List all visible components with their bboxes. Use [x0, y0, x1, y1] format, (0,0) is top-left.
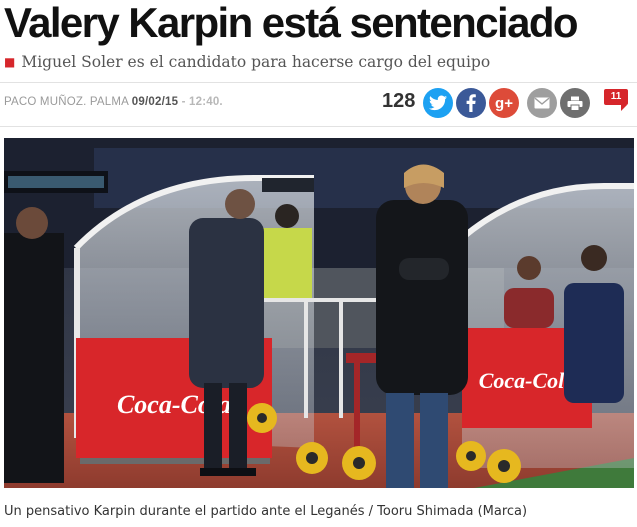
subtitle-text: Miguel Soler es el candidato para hacers… [21, 53, 491, 71]
print-button[interactable] [560, 88, 590, 118]
twitter-share-button[interactable] [423, 88, 453, 118]
facebook-share-button[interactable] [456, 88, 486, 118]
sponsor-sign: Coca-Cola [479, 368, 576, 393]
photo-caption: Un pensativo Karpin durante el partido a… [4, 504, 528, 519]
article-headline: Valery Karpin está sentenciado [4, 0, 579, 46]
publish-time: 12:40. [189, 96, 223, 108]
byline: PACO MUÑOZ. PALMA 09/02/15 - 12:40. [4, 96, 223, 108]
divider [0, 82, 637, 83]
author: PACO MUÑOZ. PALMA [4, 96, 129, 108]
publish-date: 09/02/15 [131, 96, 179, 108]
stadium-photo: Coca-Cola Coca-Cola [4, 138, 634, 488]
article-photo[interactable]: Coca-Cola Coca-Cola [4, 138, 634, 488]
twitter-icon [429, 95, 447, 111]
email-icon [534, 97, 550, 109]
print-icon [567, 96, 583, 111]
article-subtitle: ■ Miguel Soler es el candidato para hacer… [4, 52, 490, 72]
byline-separator: - [178, 96, 189, 108]
facebook-icon [466, 94, 476, 112]
share-count: 128 [382, 90, 416, 112]
divider [0, 126, 637, 127]
googleplus-share-button[interactable]: g+ [489, 88, 519, 118]
comments-count-badge[interactable]: 11 [604, 89, 628, 111]
email-share-button[interactable] [527, 88, 557, 118]
googleplus-icon: g+ [495, 94, 513, 112]
bullet-icon: ■ [4, 55, 16, 69]
